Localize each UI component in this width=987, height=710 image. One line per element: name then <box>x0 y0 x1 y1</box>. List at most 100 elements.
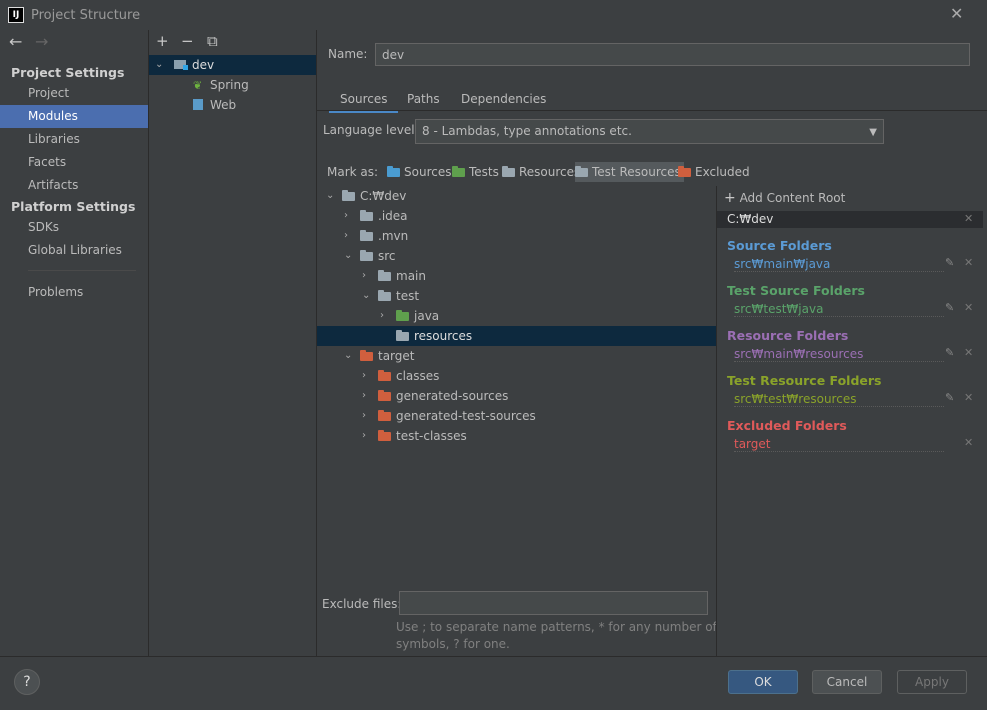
tree-row-label: main <box>396 269 426 283</box>
forward-arrow-icon[interactable]: → <box>35 32 48 51</box>
nav-item-sdks[interactable]: SDKs <box>0 216 148 239</box>
tree-row[interactable]: › java <box>317 306 716 326</box>
chevron-down-icon[interactable]: ⌄ <box>155 55 165 75</box>
language-level-select[interactable]: 8 - Lambdas, type annotations etc. ▼ <box>415 119 884 144</box>
edit-icon[interactable]: ✎ <box>945 301 954 314</box>
exclude-files-input[interactable] <box>399 591 708 615</box>
chevron-right-icon[interactable]: › <box>380 306 390 326</box>
tree-row[interactable]: ⌄ test <box>317 286 716 306</box>
module-name-input[interactable] <box>375 43 970 66</box>
tree-row[interactable]: ⌄ C:₩dev <box>317 186 716 206</box>
resource-folders-title: Resource Folders <box>727 328 849 343</box>
tab-paths[interactable]: Paths <box>407 88 440 110</box>
mark-test-resources-button[interactable]: Test Resources <box>575 162 684 182</box>
mark-resources-button[interactable]: Resources <box>502 162 580 182</box>
tree-row-label: generated-sources <box>396 389 509 403</box>
chevron-right-icon[interactable]: › <box>362 266 372 286</box>
tree-row-label: resources <box>414 329 473 343</box>
chevron-right-icon[interactable]: › <box>344 206 354 226</box>
content-root-tree: ⌄ C:₩dev › .idea › .mvn ⌄ src › main ⌄ test › j… <box>317 186 716 586</box>
nav-item-libraries[interactable]: Libraries <box>0 128 148 151</box>
tree-row[interactable]: › test-classes <box>317 426 716 446</box>
tab-dependencies[interactable]: Dependencies <box>461 88 546 110</box>
chevron-down-icon[interactable]: ⌄ <box>362 286 372 306</box>
chevron-down-icon: ▼ <box>869 127 877 138</box>
test-resources-folder-icon <box>575 166 588 177</box>
tests-folder-icon <box>452 166 465 177</box>
modules-panel: + − ⧉ ⌄ dev ❦ Spring Web <box>149 30 317 656</box>
chevron-right-icon[interactable]: › <box>362 406 372 426</box>
tree-row[interactable]: › main <box>317 266 716 286</box>
tree-row-label: src <box>378 249 396 263</box>
edit-icon[interactable]: ✎ <box>945 391 954 404</box>
nav-item-problems[interactable]: Problems <box>0 281 148 304</box>
tree-row[interactable]: ⌄ target <box>317 346 716 366</box>
tree-row-selected[interactable]: resources <box>317 326 716 346</box>
exclude-files-label: Exclude files: <box>322 597 402 611</box>
chevron-down-icon[interactable]: ⌄ <box>344 246 354 266</box>
help-icon[interactable]: ? <box>14 669 40 695</box>
edit-icon[interactable]: ✎ <box>945 346 954 359</box>
module-tree-row-dev[interactable]: ⌄ dev <box>149 55 316 75</box>
tree-row[interactable]: › .mvn <box>317 226 716 246</box>
nav-item-modules[interactable]: Modules <box>0 105 148 128</box>
app-logo-icon: IJ <box>8 7 24 23</box>
apply-button[interactable]: Apply <box>897 670 967 694</box>
mark-tests-button[interactable]: Tests <box>452 162 499 182</box>
nav-item-artifacts[interactable]: Artifacts <box>0 174 148 197</box>
test-resource-folder-path: src₩test₩resources <box>734 392 944 407</box>
nav-item-facets[interactable]: Facets <box>0 151 148 174</box>
ok-button[interactable]: OK <box>728 670 798 694</box>
back-arrow-icon[interactable]: ← <box>9 32 22 51</box>
web-facet-icon <box>193 99 203 110</box>
test-source-folder-path: src₩test₩java <box>734 302 944 317</box>
tree-row[interactable]: › classes <box>317 366 716 386</box>
cancel-button[interactable]: Cancel <box>812 670 882 694</box>
tree-row[interactable]: › .idea <box>317 206 716 226</box>
remove-icon[interactable]: ✕ <box>964 391 973 404</box>
remove-icon[interactable]: ✕ <box>964 436 973 449</box>
edit-icon[interactable]: ✎ <box>945 256 954 269</box>
remove-icon[interactable]: ✕ <box>964 301 973 314</box>
chevron-right-icon[interactable]: › <box>362 386 372 406</box>
excluded-folder-icon <box>378 370 391 381</box>
spring-leaf-icon: ❦ <box>193 79 203 92</box>
module-tree-row-spring[interactable]: ❦ Spring <box>149 75 316 95</box>
remove-icon[interactable]: ✕ <box>964 256 973 269</box>
remove-icon[interactable]: ✕ <box>964 346 973 359</box>
nav-item-project[interactable]: Project <box>0 82 148 105</box>
chevron-right-icon[interactable]: › <box>344 226 354 246</box>
excluded-folder-path: target <box>734 437 944 452</box>
source-folders-title: Source Folders <box>727 238 832 253</box>
dialog-footer: ? OK Cancel Apply <box>0 656 987 710</box>
add-content-root-button[interactable]: + Add Content Root <box>724 190 845 206</box>
folder-icon <box>378 270 391 281</box>
nav-separator <box>28 270 136 271</box>
remove-icon[interactable]: − <box>181 32 194 50</box>
exclude-hint-line1: Use ; to separate name patterns, * for a… <box>396 620 717 634</box>
module-tree-row-web[interactable]: Web <box>149 95 316 115</box>
name-label: Name: <box>328 47 368 61</box>
copy-icon[interactable]: ⧉ <box>207 32 218 50</box>
excluded-folder-icon <box>378 430 391 441</box>
add-icon: + <box>724 190 736 206</box>
chevron-down-icon[interactable]: ⌄ <box>326 186 336 206</box>
add-icon[interactable]: + <box>156 32 169 50</box>
mark-excluded-button[interactable]: Excluded <box>678 162 750 182</box>
chevron-right-icon[interactable]: › <box>362 366 372 386</box>
content-root-header: C:₩dev ✕ <box>717 211 983 228</box>
chevron-down-icon[interactable]: ⌄ <box>344 346 354 366</box>
tree-row[interactable]: › generated-test-sources <box>317 406 716 426</box>
mark-sources-button[interactable]: Sources <box>387 162 451 182</box>
tree-row[interactable]: › generated-sources <box>317 386 716 406</box>
tree-row-label: test-classes <box>396 429 467 443</box>
content-root-path: C:₩dev <box>727 212 774 226</box>
tree-row[interactable]: ⌄ src <box>317 246 716 266</box>
remove-root-icon[interactable]: ✕ <box>964 212 973 225</box>
nav-item-global-libraries[interactable]: Global Libraries <box>0 239 148 262</box>
mark-as-label: Mark as: <box>327 165 379 179</box>
exclude-hint-line2: symbols, ? for one. <box>396 637 510 651</box>
close-icon[interactable]: ✕ <box>950 4 963 23</box>
test-source-folders-title: Test Source Folders <box>727 283 865 298</box>
chevron-right-icon[interactable]: › <box>362 426 372 446</box>
